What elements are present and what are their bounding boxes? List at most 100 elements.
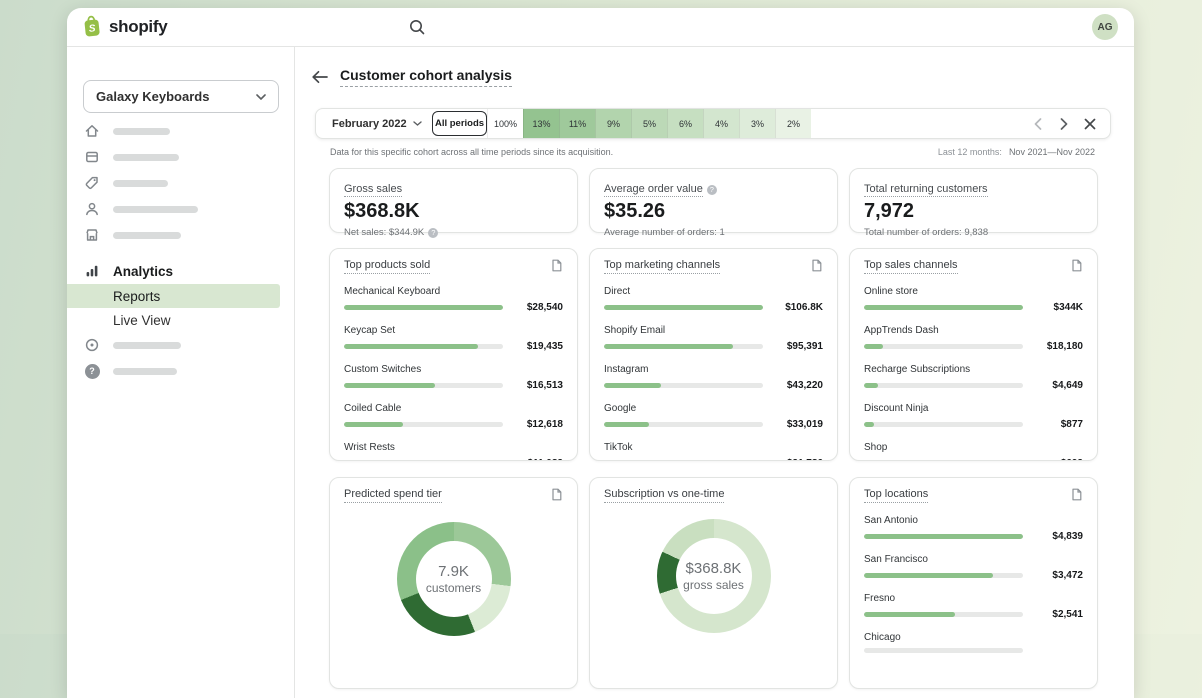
metrics-row: Gross sales $368.8K Net sales: $344.9K A… (329, 168, 1098, 233)
all-periods-button[interactable]: All periods (432, 111, 487, 136)
card-title: Top products sold (344, 259, 430, 274)
document-icon[interactable] (550, 488, 563, 506)
month-dropdown[interactable]: February 2022 (316, 118, 429, 130)
document-icon[interactable] (1070, 488, 1083, 506)
list-item: TikTok$21,786 (604, 442, 823, 461)
cohort-cell[interactable]: 11% (559, 109, 595, 138)
back-arrow-icon[interactable] (310, 67, 330, 87)
avatar[interactable]: AG (1092, 14, 1118, 40)
list-item: Instagram$43,220 (604, 364, 823, 391)
info-icon[interactable] (428, 228, 438, 238)
list-item: Recharge Subscriptions $4,649 (864, 364, 1083, 391)
sidebar-item-orders[interactable] (67, 144, 294, 170)
sidebar-item-products[interactable] (67, 170, 294, 196)
subscription-vs-one-time-card: Subscription vs one-time $368.8K gross s… (589, 477, 838, 689)
cohort-cell[interactable]: 100% (487, 109, 523, 138)
close-icon[interactable] (1082, 116, 1098, 132)
metric-card-gross-sales: Gross sales $368.8K Net sales: $344.9K (329, 168, 578, 233)
cohort-cells: 100%13%11%9%5%6%4%3%2% (487, 109, 811, 138)
chevron-right-icon[interactable] (1056, 116, 1072, 132)
shopify-bag-icon: S (80, 14, 104, 40)
list-item: Keycap Set$19,435 (344, 325, 563, 352)
skeleton-text (113, 232, 181, 239)
sidebar-item-marketing[interactable] (67, 332, 294, 358)
shopify-admin-window: S shopify AG Galaxy Keyboards (67, 8, 1134, 698)
cohort-cell[interactable]: 2% (775, 109, 811, 138)
card-title: Top sales channels (864, 259, 958, 274)
sidebar-item-store[interactable] (67, 222, 294, 248)
document-icon[interactable] (810, 259, 823, 277)
list-rows: Mechanical Keyboard$28,540 Keycap Set$19,… (344, 286, 563, 461)
item-label: Recharge Subscriptions (864, 364, 1083, 375)
item-value: $877 (1033, 419, 1083, 430)
shopify-wordmark: shopify (109, 17, 167, 37)
item-value: $95,391 (773, 341, 823, 352)
item-value: $4,839 (1033, 531, 1083, 542)
chevron-left-icon[interactable] (1030, 116, 1046, 132)
item-bar (344, 305, 503, 310)
cohort-toolbar: February 2022 All periods 100%13%11%9%5%… (315, 108, 1111, 139)
orders-icon (84, 149, 100, 165)
item-label: Direct (604, 286, 823, 297)
lists-row: Top products sold Mechanical Keyboard$28… (329, 248, 1098, 461)
item-label: Coiled Cable (344, 403, 563, 414)
sidebar-item-analytics[interactable]: Analytics (67, 258, 294, 284)
item-value: $12,618 (513, 419, 563, 430)
item-bar (604, 305, 763, 310)
list-item: Wrist Rests$11,083 (344, 442, 563, 461)
cohort-cell[interactable]: 5% (631, 109, 667, 138)
item-bar (864, 344, 1023, 349)
skeleton-text (113, 154, 179, 161)
list-item: Direct $106.8K (604, 286, 823, 313)
list-item: Mechanical Keyboard$28,540 (344, 286, 563, 313)
list-item: AppTrends Dash$18,180 (864, 325, 1083, 352)
skeleton-text (113, 368, 177, 375)
metric-subtext: Average number of orders: 1 (604, 227, 725, 238)
sidebar-item-customers[interactable] (67, 196, 294, 222)
cohort-cell[interactable]: 4% (703, 109, 739, 138)
locations-rows: San Antonio$4,839San Francisco$3,472Fres… (864, 515, 1083, 653)
item-value: $16,513 (513, 380, 563, 391)
list-rows: Direct$106.8KShopify Email$95,391Instagr… (604, 286, 823, 461)
metric-label: Total returning customers (864, 183, 988, 197)
search-icon[interactable] (408, 18, 426, 36)
item-bar (864, 573, 1023, 578)
list-card: Top products sold Mechanical Keyboard$28… (329, 248, 578, 461)
subscription-donut-chart: $368.8K gross sales (657, 519, 771, 633)
sidebar-nav: Analytics Reports Live View (67, 118, 294, 384)
item-bar (864, 612, 1023, 617)
customers-icon (84, 201, 100, 217)
item-bar (604, 383, 763, 388)
item-label: San Francisco (864, 554, 1083, 565)
info-icon[interactable] (707, 185, 717, 195)
sidebar-item-help[interactable] (67, 358, 294, 384)
item-label: Shop (864, 442, 1083, 453)
item-label: AppTrends Dash (864, 325, 1083, 336)
sidebar-item-live-view[interactable]: Live View (67, 308, 294, 332)
item-label: TikTok (604, 442, 823, 453)
store-selector-label: Galaxy Keyboards (96, 89, 209, 104)
sidebar-item-label: Analytics (113, 264, 173, 279)
list-rows: Online store$344KAppTrends Dash$18,180Re… (864, 286, 1083, 461)
cohort-cell[interactable]: 6% (667, 109, 703, 138)
item-label: Mechanical Keyboard (344, 286, 563, 297)
skeleton-text (113, 128, 170, 135)
item-value: $43,220 (773, 380, 823, 391)
store-selector[interactable]: Galaxy Keyboards (83, 80, 279, 113)
item-value: $106.8K (773, 302, 823, 313)
date-range-value: Nov 2021—Nov 2022 (1009, 147, 1095, 157)
card-title: Top marketing channels (604, 259, 720, 274)
item-value: $693 (1033, 458, 1083, 461)
sidebar-item-home[interactable] (67, 118, 294, 144)
item-value: $4,649 (1033, 380, 1083, 391)
document-icon[interactable] (1070, 259, 1083, 277)
spend-tier-donut-chart: 7.9K customers (397, 522, 511, 636)
list-item: Chicago (864, 632, 1083, 653)
month-dropdown-label: February 2022 (332, 118, 407, 130)
document-icon[interactable] (550, 259, 563, 277)
sidebar-item-reports[interactable]: Reports (67, 284, 280, 308)
cohort-cell[interactable]: 9% (595, 109, 631, 138)
cohort-cell[interactable]: 3% (739, 109, 775, 138)
item-bar (864, 305, 1023, 310)
cohort-cell[interactable]: 13% (523, 109, 559, 138)
